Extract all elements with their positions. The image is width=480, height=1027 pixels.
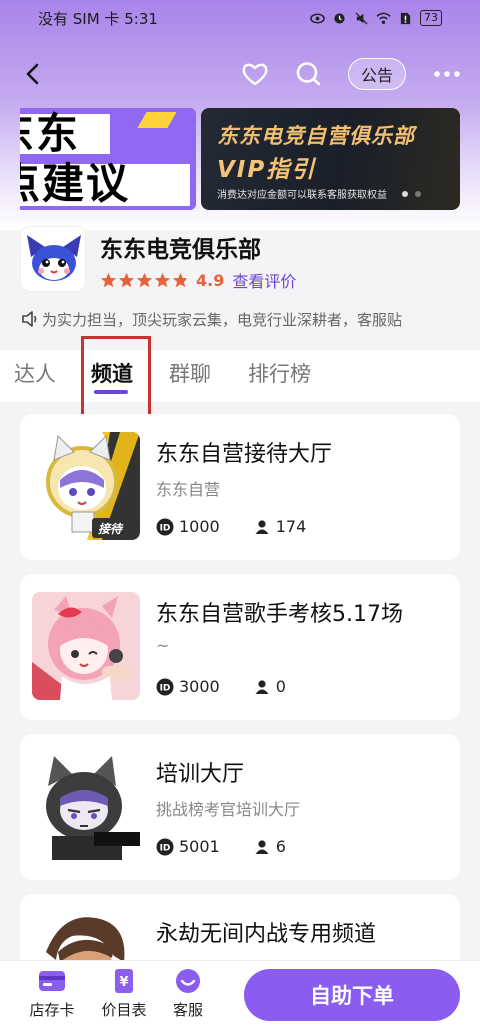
price-list-label: 价目表: [101, 1001, 147, 1019]
star-icon: [136, 272, 153, 287]
svg-text:ID: ID: [160, 843, 171, 853]
notice-text: 为实力担当，顶尖玩家云集，电竞行业深耕者，客服贴: [42, 310, 403, 329]
channel-meta: ID 1000 174: [156, 517, 306, 536]
channel-card[interactable]: 培训大厅 挑战榜考官培训大厅 ID 5001 6: [20, 734, 460, 880]
alarm-icon: [334, 12, 345, 24]
carrier-text: 没有 SIM 卡: [38, 9, 120, 28]
store-rating: 4.9 查看评价: [100, 268, 296, 292]
user-icon: [255, 679, 269, 694]
clock-text: 5:31: [124, 9, 158, 28]
nav-bar: 公告: [0, 52, 480, 96]
pager-dot: [415, 191, 421, 197]
anime-avatar-icon: [32, 592, 140, 700]
anime-avatar-icon: [32, 432, 140, 540]
channel-title: 东东自营歌手考核5.17场: [156, 602, 403, 627]
smile-chat-icon: [176, 969, 200, 993]
banner-spark-decoration: [137, 112, 177, 128]
channel-id: 1000: [179, 517, 220, 536]
wallet-card-icon: [39, 971, 65, 991]
back-arrow-icon[interactable]: [20, 60, 48, 88]
self-order-button[interactable]: 自助下单: [244, 969, 460, 1021]
svg-text:ID: ID: [160, 523, 171, 533]
channel-id: 5001: [179, 837, 220, 856]
bottom-action-bar: 店存卡 ¥ 价目表 客服 自助下单: [0, 960, 480, 1027]
store-card-button[interactable]: 店存卡: [22, 967, 82, 1020]
announcement-button[interactable]: 公告: [348, 58, 406, 90]
channel-members: 6: [275, 837, 286, 856]
mute-icon: [355, 11, 368, 25]
eye-icon: [310, 13, 325, 23]
user-icon: [255, 519, 269, 534]
banner-vip-title: 东东电竞自营俱乐部: [217, 124, 415, 148]
more-dots-icon[interactable]: [432, 66, 462, 82]
channel-id: 3000: [179, 677, 220, 696]
channel-card[interactable]: 接待 东东自营接待大厅 东东自营 ID 1000 174: [20, 414, 460, 560]
tab-leaderboard[interactable]: 排行榜: [248, 358, 311, 388]
tab-group-chat[interactable]: 群聊: [169, 358, 211, 388]
store-name: 东东电竞俱乐部: [100, 237, 261, 263]
heart-icon[interactable]: [240, 59, 270, 89]
sim-alert-icon: [400, 12, 411, 24]
star-icon: [100, 272, 117, 287]
price-list-button[interactable]: ¥ 价目表: [94, 967, 154, 1020]
anime-avatar-icon: [32, 752, 140, 860]
channel-card[interactable]: 东东自营歌手考核5.17场 ~ ID 3000 0: [20, 574, 460, 720]
banner-suggestion-slide[interactable]: 东东 点建议: [20, 108, 196, 210]
status-left: 没有 SIM 卡 5:31: [38, 8, 310, 29]
status-bar: 没有 SIM 卡 5:31 73: [0, 0, 480, 36]
id-badge-icon: ID: [156, 838, 174, 855]
channel-title: 永劫无间内战专用频道: [156, 922, 377, 947]
channel-meta: ID 3000 0: [156, 677, 286, 696]
banner-vip-slide[interactable]: 东东电竞自营俱乐部 VIP指引 消费达对应金额可以联系客服获取权益: [201, 108, 460, 210]
customer-service-button[interactable]: 客服: [158, 967, 218, 1020]
channel-title: 培训大厅: [156, 762, 245, 787]
price-tag-icon: ¥: [115, 969, 133, 993]
channel-members: 0: [275, 677, 286, 696]
store-notice-marquee[interactable]: 为实力担当，顶尖玩家云集，电竞行业深耕者，客服贴: [20, 306, 460, 332]
channel-members: 174: [275, 517, 307, 536]
promo-banner[interactable]: 东东 点建议 东东电竞自营俱乐部 VIP指引 消费达对应金额可以联系客服获取权益: [20, 108, 460, 210]
pager-dot-active: [402, 191, 408, 197]
id-badge-icon: ID: [156, 518, 174, 535]
star-half-icon: [172, 272, 189, 287]
banner-vip-note: 消费达对应金额可以联系客服获取权益: [217, 190, 387, 201]
channel-thumbnail: 接待: [32, 432, 140, 540]
wifi-icon: [376, 12, 391, 24]
banner-pager-dots: [402, 191, 421, 197]
star-icon: [154, 272, 171, 287]
svg-text:ID: ID: [160, 683, 171, 693]
battery-indicator: 73: [420, 10, 442, 26]
id-badge-icon: ID: [156, 678, 174, 695]
banner-left-line2: 点建议: [20, 159, 131, 208]
store-avatar: [20, 226, 86, 292]
search-icon[interactable]: [293, 59, 323, 89]
channel-subtitle: ~: [156, 636, 170, 655]
channel-subtitle: 挑战榜考官培训大厅: [156, 800, 301, 819]
store-card-label: 店存卡: [29, 1001, 75, 1019]
banner-vip-subtitle: VIP指引: [217, 157, 317, 183]
channel-badge: 接待: [98, 522, 123, 536]
channel-title: 东东自营接待大厅: [156, 442, 333, 467]
view-reviews-link[interactable]: 查看评价: [232, 268, 296, 292]
status-icons: 73: [310, 10, 442, 26]
tab-experts[interactable]: 达人: [14, 358, 56, 388]
rating-value: 4.9: [196, 270, 225, 290]
channel-meta: ID 5001 6: [156, 837, 286, 856]
banner-left-line1: 东东: [20, 109, 81, 158]
customer-service-label: 客服: [172, 1001, 203, 1019]
cat-mascot-icon: [27, 235, 81, 281]
star-icon: [118, 272, 135, 287]
user-icon: [255, 839, 269, 854]
svg-text:¥: ¥: [119, 975, 128, 990]
channel-thumbnail: [32, 592, 140, 700]
channel-subtitle: 东东自营: [156, 480, 221, 499]
highlight-annotation-box: [81, 336, 151, 420]
section-tabs: 达人 频道 群聊 排行榜: [0, 350, 480, 402]
channel-thumbnail: [32, 752, 140, 860]
